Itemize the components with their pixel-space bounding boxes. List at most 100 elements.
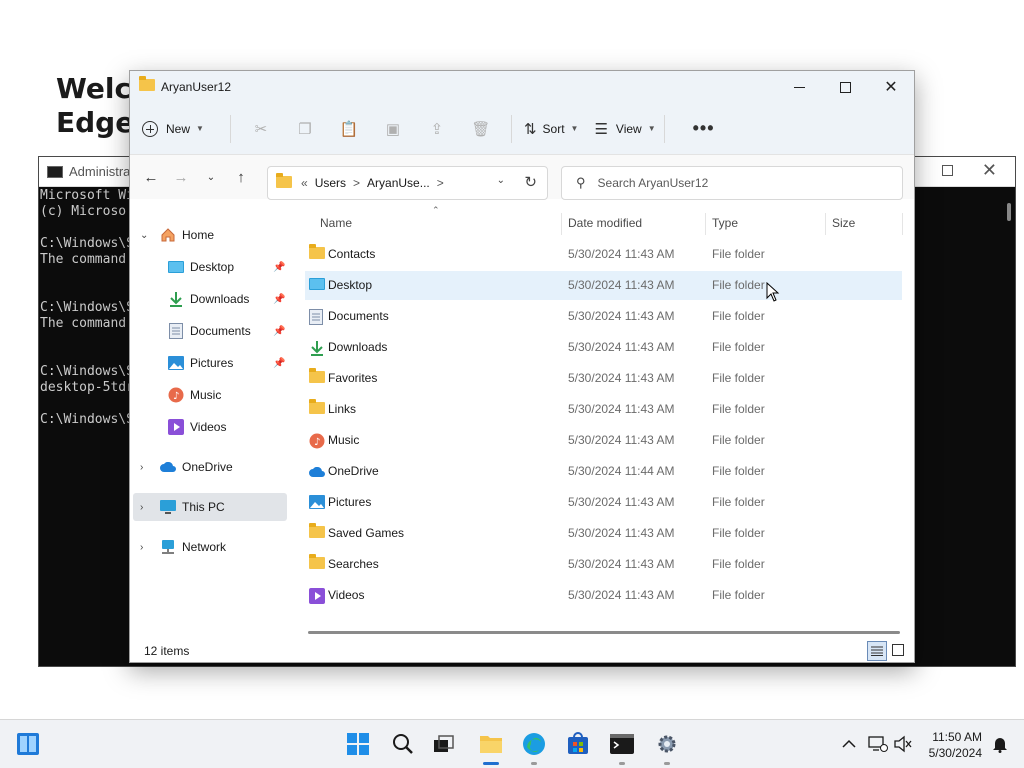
videos-icon [309, 588, 325, 607]
nav-item-onedrive[interactable]: › OneDrive [130, 453, 290, 481]
rename-icon[interactable]: ▣ [377, 113, 409, 145]
notification-icon[interactable] [988, 732, 1012, 756]
window-title: AryanUser12 [161, 80, 232, 94]
pin-icon[interactable]: 📌 [273, 358, 285, 369]
maximize-button[interactable] [822, 71, 868, 103]
breadcrumb-current[interactable]: AryanUse... [367, 176, 430, 190]
delete-icon[interactable]: 🗑 [465, 113, 497, 145]
column-header-type[interactable]: Type [712, 216, 738, 230]
up-arrow-icon[interactable]: ↑ [226, 169, 256, 186]
breadcrumb-separator[interactable]: > [353, 176, 360, 190]
chevron-right-icon[interactable]: › [140, 462, 143, 473]
close-icon[interactable]: ✕ [982, 160, 997, 181]
nav-item-desktop[interactable]: Desktop 📌 [130, 253, 290, 281]
network-status-icon[interactable] [866, 732, 890, 756]
file-name: Pictures [328, 495, 372, 509]
file-date: 5/30/2024 11:43 AM [568, 402, 675, 416]
more-options-button[interactable]: ••• [693, 118, 715, 139]
copy-icon[interactable]: ❐ [289, 113, 321, 145]
nav-label-pictures: Pictures [190, 356, 234, 370]
search-box[interactable]: ⚲ Search AryanUser12 [561, 166, 903, 200]
file-row-downloads[interactable]: Downloads 5/30/2024 11:43 AM File folder [305, 333, 902, 362]
column-divider[interactable] [902, 213, 903, 235]
cut-icon[interactable]: ✂ [245, 113, 277, 145]
file-row-searches[interactable]: Searches 5/30/2024 11:43 AM File folder [305, 550, 902, 579]
file-row-pictures[interactable]: Pictures 5/30/2024 11:43 AM File folder [305, 488, 902, 517]
nav-item-pictures[interactable]: Pictures 📌 [130, 349, 290, 377]
file-row-links[interactable]: Links 5/30/2024 11:43 AM File folder [305, 395, 902, 424]
file-row-contacts[interactable]: Contacts 5/30/2024 11:43 AM File folder [305, 240, 902, 269]
new-button[interactable]: New ▼ [142, 113, 204, 145]
pin-icon[interactable]: 📌 [273, 294, 285, 305]
nav-item-videos[interactable]: Videos [130, 413, 290, 441]
close-button[interactable]: ✕ [868, 71, 914, 103]
column-divider[interactable] [561, 213, 562, 235]
file-row-music[interactable]: ♪ Music 5/30/2024 11:43 AM File folder [305, 426, 902, 455]
file-row-videos[interactable]: Videos 5/30/2024 11:43 AM File folder [305, 581, 902, 610]
nav-label-documents: Documents [190, 324, 251, 338]
file-row-onedrive[interactable]: OneDrive 5/30/2024 11:44 AM File folder [305, 457, 902, 486]
view-button[interactable]: ☰ View ▼ [594, 113, 655, 145]
column-divider[interactable] [705, 213, 706, 235]
nav-item-home[interactable]: ⌄ Home [130, 221, 290, 249]
file-explorer-window[interactable]: AryanUser12 ✕ New ▼ ✂ ❐ 📋 ▣ ⇪ 🗑 ⇅ Sort ▼… [129, 70, 915, 663]
details-view-button[interactable] [867, 641, 887, 661]
cmd-scrollbar[interactable] [1007, 203, 1011, 221]
column-divider[interactable] [825, 213, 826, 235]
file-explorer-icon[interactable] [479, 732, 503, 756]
horizontal-scrollbar[interactable] [308, 631, 900, 634]
volume-muted-icon[interactable] [891, 732, 915, 756]
refresh-icon[interactable]: ↻ [524, 173, 537, 191]
forward-arrow-icon[interactable]: → [166, 169, 196, 186]
start-icon[interactable] [346, 732, 370, 756]
explorer-titlebar[interactable]: AryanUser12 ✕ [130, 71, 914, 103]
file-name: Desktop [328, 278, 373, 292]
chevron-up-icon[interactable] [837, 732, 861, 756]
nav-item-downloads[interactable]: Downloads 📌 [130, 285, 290, 313]
minimize-button[interactable] [776, 71, 822, 103]
column-header-name[interactable]: Name [320, 216, 352, 230]
pin-icon[interactable]: 📌 [273, 326, 285, 337]
back-arrow-icon[interactable]: ← [136, 169, 166, 186]
nav-item-music[interactable]: ♪ Music [130, 381, 290, 409]
terminal-icon [47, 165, 63, 178]
breadcrumb-separator[interactable]: > [437, 176, 444, 190]
recent-locations-icon[interactable]: ⌄ [196, 172, 226, 183]
widgets-icon[interactable] [16, 732, 40, 756]
chevron-right-icon[interactable]: › [140, 502, 143, 513]
file-row-saved-games[interactable]: Saved Games 5/30/2024 11:43 AM File fold… [305, 519, 902, 548]
paste-icon[interactable]: 📋 [333, 113, 365, 145]
maximize-icon[interactable] [942, 165, 953, 176]
pin-icon[interactable]: 📌 [273, 262, 285, 273]
share-icon[interactable]: ⇪ [421, 113, 453, 145]
terminal-icon[interactable] [610, 732, 634, 756]
overflow-chevron[interactable]: « [301, 176, 308, 190]
store-icon[interactable] [566, 732, 590, 756]
nav-item-this-pc[interactable]: › This PC [133, 493, 287, 521]
settings-icon[interactable] [655, 732, 679, 756]
column-header-date[interactable]: Date modified [568, 216, 642, 230]
pictures-icon [309, 495, 325, 512]
column-header-size[interactable]: Size [832, 216, 855, 230]
chevron-down-icon[interactable]: ⌄ [140, 230, 148, 241]
folder-icon [139, 76, 155, 96]
nav-item-network[interactable]: › Network [130, 533, 290, 561]
sort-button[interactable]: ⇅ Sort ▼ [524, 113, 579, 145]
running-app-indicator [664, 762, 670, 765]
task-view-icon[interactable] [432, 732, 456, 756]
chevron-down-icon[interactable]: ⌄ [497, 175, 505, 186]
file-row-desktop[interactable]: Desktop 5/30/2024 11:43 AM File folder [305, 271, 902, 300]
folder-icon [309, 244, 325, 262]
search-icon[interactable] [391, 732, 415, 756]
tiles-view-button[interactable] [892, 644, 904, 656]
edge-icon[interactable] [522, 732, 546, 756]
file-date: 5/30/2024 11:43 AM [568, 278, 675, 292]
chevron-right-icon[interactable]: › [140, 542, 143, 553]
address-bar[interactable]: « Users > AryanUse... > ⌄ ↻ [267, 166, 548, 200]
file-row-documents[interactable]: Documents 5/30/2024 11:43 AM File folder [305, 302, 902, 331]
breadcrumb-users[interactable]: Users [315, 176, 346, 190]
nav-item-documents[interactable]: Documents 📌 [130, 317, 290, 345]
file-date: 5/30/2024 11:43 AM [568, 526, 675, 540]
system-clock[interactable]: 11:50 AM 5/30/2024 [929, 729, 982, 761]
file-row-favorites[interactable]: Favorites 5/30/2024 11:43 AM File folder [305, 364, 902, 393]
